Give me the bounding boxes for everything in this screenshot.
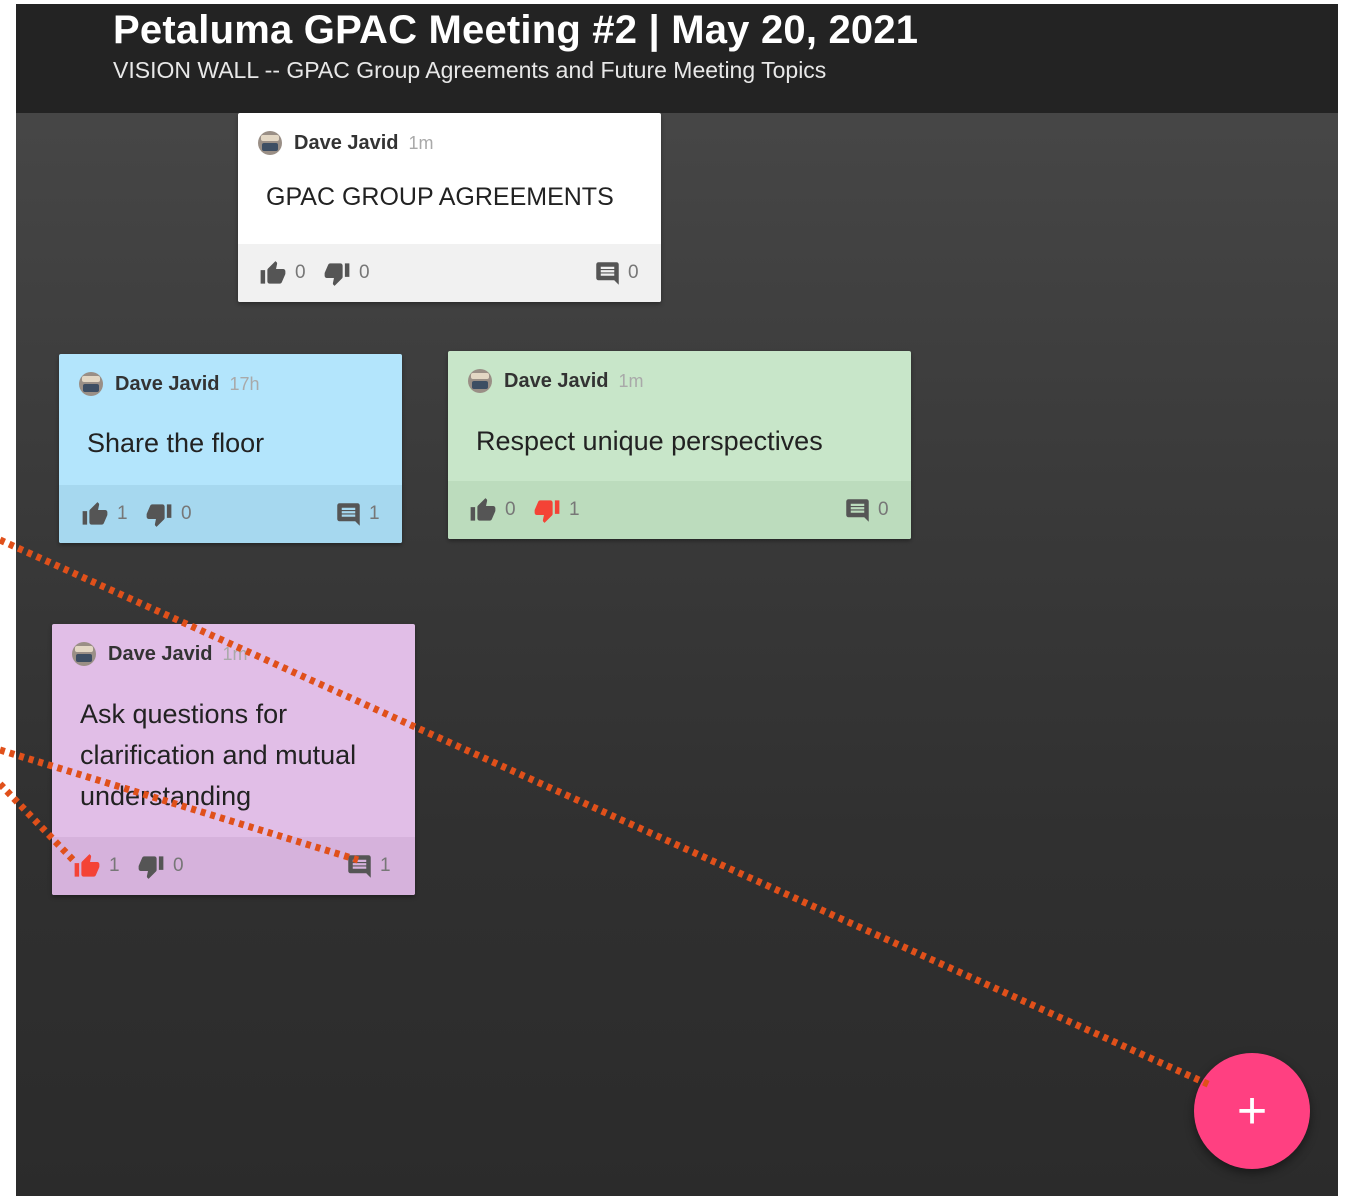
dislike-button[interactable]: 1: [532, 481, 580, 539]
post-time: 1m: [408, 132, 434, 153]
dislike-button[interactable]: 0: [144, 485, 192, 543]
thumb-down-icon: [146, 503, 172, 527]
post-text: Ask questions for clarification and mutu…: [80, 699, 357, 811]
comment-button[interactable]: 0: [594, 244, 639, 302]
thumb-up-icon: [74, 853, 100, 877]
like-button[interactable]: 1: [72, 837, 120, 895]
like-button[interactable]: 1: [80, 485, 128, 543]
dislike-count: 1: [569, 499, 580, 520]
page-title: Petaluma GPAC Meeting #2 | May 20, 2021: [113, 8, 919, 52]
like-button[interactable]: 0: [468, 481, 516, 539]
like-count: 0: [505, 499, 516, 520]
plus-icon: +: [1236, 1082, 1268, 1140]
post-author: Dave Javid: [115, 372, 220, 395]
page-header: Petaluma GPAC Meeting #2 | May 20, 2021 …: [16, 4, 1338, 113]
post-header: Dave Javid 1m: [72, 640, 248, 668]
comment-icon: [596, 261, 619, 285]
comment-icon: [846, 498, 869, 522]
app-window: Petaluma GPAC Meeting #2 | May 20, 2021 …: [16, 4, 1338, 1196]
thumb-down-icon: [324, 262, 350, 286]
page-subtitle: VISION WALL -- GPAC Group Agreements and…: [113, 57, 827, 83]
comment-button[interactable]: 1: [335, 485, 380, 543]
thumb-down-icon: [138, 855, 164, 879]
post-author: Dave Javid: [108, 642, 213, 665]
post-time: 17h: [229, 373, 260, 394]
add-post-button[interactable]: +: [1194, 1053, 1310, 1169]
like-count: 0: [295, 262, 306, 283]
dislike-count: 0: [181, 503, 192, 524]
dislike-button[interactable]: 0: [322, 244, 370, 302]
post-footer: 0 1 0: [448, 481, 911, 539]
avatar-icon: [258, 131, 282, 155]
thumb-up-icon: [82, 501, 108, 525]
comment-count: 1: [369, 503, 380, 524]
like-count: 1: [117, 503, 128, 524]
comment-button[interactable]: 0: [844, 481, 889, 539]
post-header: Dave Javid 17h: [79, 370, 260, 398]
post-author: Dave Javid: [294, 131, 399, 154]
avatar-icon: [468, 369, 492, 393]
post-text: Share the floor: [87, 428, 265, 458]
post-text: GPAC GROUP AGREEMENTS: [266, 183, 614, 211]
post-card[interactable]: Dave Javid 1m Ask questions for clarific…: [52, 624, 415, 895]
post-footer: 0 0 0: [238, 244, 661, 302]
comment-button[interactable]: 1: [346, 837, 391, 895]
avatar-icon: [72, 642, 96, 666]
dislike-count: 0: [173, 855, 184, 876]
like-button[interactable]: 0: [258, 244, 306, 302]
comment-count: 0: [878, 499, 889, 520]
post-time: 1m: [222, 643, 248, 664]
thumb-down-icon: [534, 499, 560, 523]
thumb-up-icon: [470, 497, 496, 521]
post-card[interactable]: Dave Javid 1m Respect unique perspective…: [448, 351, 911, 539]
post-footer: 1 0 1: [52, 837, 415, 895]
comment-count: 0: [628, 262, 639, 283]
post-time: 1m: [618, 370, 644, 391]
comment-icon: [337, 502, 360, 526]
post-card[interactable]: Dave Javid 17h Share the floor 1 0 1: [59, 354, 402, 543]
comment-icon: [348, 854, 371, 878]
post-author: Dave Javid: [504, 369, 609, 392]
post-card[interactable]: Dave Javid 1m GPAC GROUP AGREEMENTS 0 0 …: [238, 113, 661, 302]
comment-count: 1: [380, 855, 391, 876]
like-count: 1: [109, 855, 120, 876]
thumb-up-icon: [260, 260, 286, 284]
post-header: Dave Javid 1m: [468, 367, 644, 395]
post-header: Dave Javid 1m: [258, 129, 434, 157]
post-footer: 1 0 1: [59, 485, 402, 543]
dislike-count: 0: [359, 262, 370, 283]
post-text: Respect unique perspectives: [476, 426, 823, 456]
avatar-icon: [79, 372, 103, 396]
dislike-button[interactable]: 0: [136, 837, 184, 895]
